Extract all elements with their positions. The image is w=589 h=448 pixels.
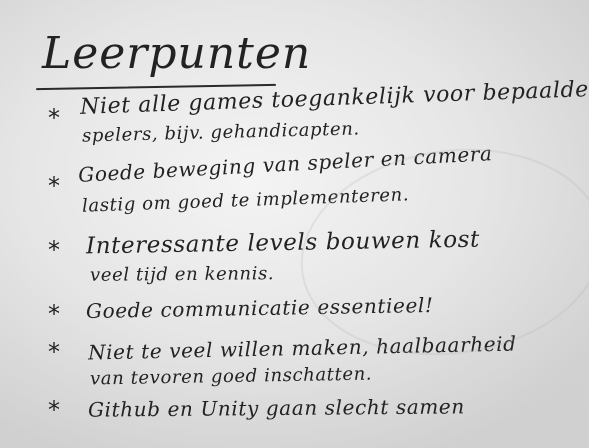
- item-2-line-2: lastig om goed te implementeren.: [81, 184, 410, 217]
- item-4-line-1: Goede communicatie essentieel!: [85, 292, 434, 324]
- bullet-asterisk-3: *: [48, 236, 60, 264]
- whiteboard: Leerpunten * Niet alle games toegankelij…: [0, 0, 589, 448]
- bullet-asterisk-5: *: [48, 338, 60, 366]
- item-1-line-2: spelers, bijv. gehandicapten.: [81, 118, 360, 147]
- item-3-line-1: Interessante levels bouwen kost: [85, 226, 481, 260]
- bullet-asterisk-4: *: [48, 300, 60, 328]
- item-5-line-1: Niet te veel willen maken, haalbaarheid: [87, 331, 517, 365]
- whiteboard-title: Leerpunten: [42, 28, 312, 79]
- item-6-line-1: Github en Unity gaan slecht samen: [87, 394, 465, 422]
- item-5-line-2: van tevoren goed inschatten.: [89, 363, 373, 390]
- bullet-asterisk-6: *: [48, 396, 60, 424]
- bullet-asterisk-1: *: [48, 104, 60, 132]
- item-3-line-2: veel tijd en kennis.: [89, 263, 275, 286]
- bullet-asterisk-2: *: [48, 172, 60, 200]
- item-1-line-1: Niet alle games toegankelijk voor bepaal…: [79, 77, 589, 120]
- item-2-line-1: Goede beweging van speler en camera: [77, 141, 494, 187]
